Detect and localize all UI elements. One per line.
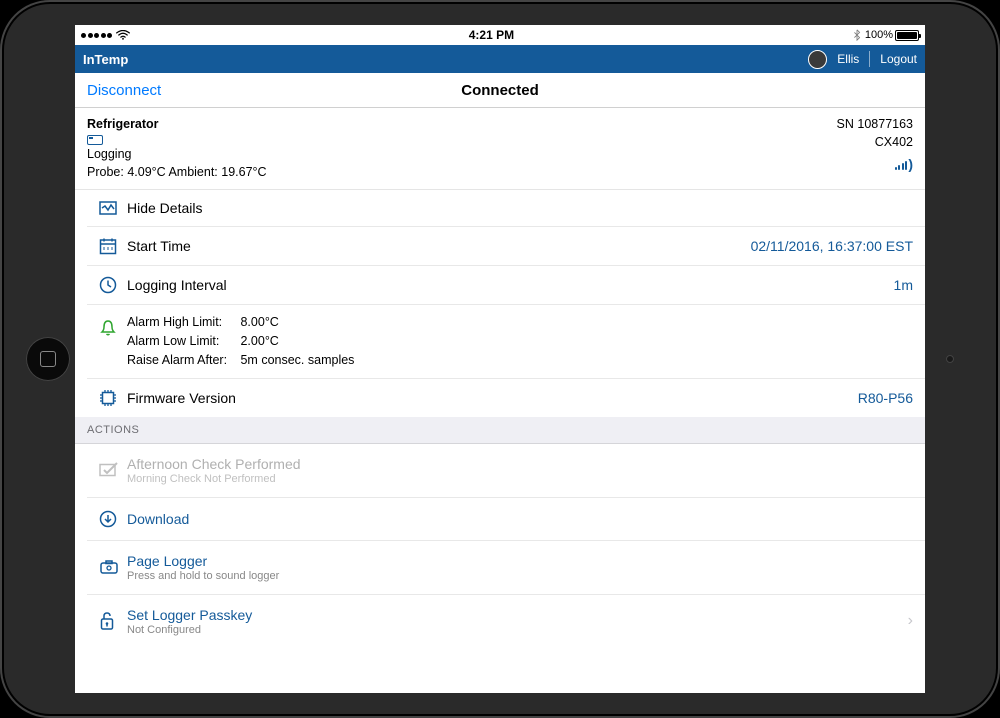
status-left: [81, 30, 130, 40]
battery-indicator: 100%: [865, 29, 919, 41]
hide-details-button[interactable]: Hide Details: [87, 190, 925, 227]
device-name: Refrigerator: [87, 115, 267, 133]
bluetooth-icon: [853, 29, 861, 41]
avatar[interactable]: [808, 50, 827, 69]
divider: [869, 51, 870, 67]
device-status: Logging: [87, 145, 267, 163]
check-action: Afternoon Check Performed Morning Check …: [87, 444, 925, 498]
interval-value: 1m: [894, 277, 913, 293]
details-icon: [99, 201, 117, 215]
logging-interval-row: Logging Interval 1m: [87, 266, 925, 305]
check-icon: [99, 462, 119, 478]
battery-percent: 100%: [865, 29, 893, 41]
pager-icon: [99, 559, 119, 575]
app-bar: InTemp Ellis Logout: [75, 45, 925, 73]
camera: [946, 355, 954, 363]
device-header: Refrigerator Logging Probe: 4.09°C Ambie…: [75, 108, 925, 190]
download-icon: [99, 510, 117, 528]
device-readings: Probe: 4.09°C Ambient: 19.67°C: [87, 163, 267, 181]
status-time: 4:21 PM: [469, 28, 514, 42]
screen: 4:21 PM 100% InTemp Ellis Logout Disconn…: [75, 25, 925, 693]
logout-button[interactable]: Logout: [880, 52, 917, 66]
home-button[interactable]: [26, 337, 70, 381]
wifi-icon: [116, 30, 130, 40]
battery-icon: [895, 30, 919, 41]
ipad-frame: 4:21 PM 100% InTemp Ellis Logout Disconn…: [0, 0, 1000, 718]
clock-icon: [99, 276, 117, 294]
page-title: Connected: [461, 82, 539, 99]
chevron-right-icon: ›: [908, 612, 913, 630]
nav-row: Disconnect Connected: [75, 73, 925, 108]
calendar-icon: [99, 237, 117, 255]
content-area[interactable]: Refrigerator Logging Probe: 4.09°C Ambie…: [75, 108, 925, 693]
download-action[interactable]: Download: [87, 498, 925, 541]
model-number: CX402: [837, 133, 913, 151]
alarm-row: Alarm High Limit: 8.00°C Alarm Low Limit…: [87, 305, 925, 378]
disconnect-button[interactable]: Disconnect: [87, 82, 161, 99]
signal-icon: ): [837, 154, 913, 174]
status-bar: 4:21 PM 100%: [75, 25, 925, 45]
firmware-value: R80-P56: [858, 390, 913, 406]
bell-icon: [99, 319, 117, 337]
user-name[interactable]: Ellis: [837, 52, 859, 66]
start-time-row: Start Time 02/11/2016, 16:37:00 EST: [87, 227, 925, 266]
device-icon: [87, 135, 103, 145]
app-title: InTemp: [83, 52, 128, 67]
passkey-action[interactable]: Set Logger Passkey Not Configured ›: [87, 595, 925, 648]
serial-number: SN 10877163: [837, 115, 913, 133]
page-logger-action[interactable]: Page Logger Press and hold to sound logg…: [87, 541, 925, 595]
lock-icon: [99, 611, 115, 631]
signal-dots-icon: [81, 33, 112, 38]
actions-header: ACTIONS: [75, 417, 925, 444]
firmware-row: Firmware Version R80-P56: [87, 379, 925, 417]
start-time-value: 02/11/2016, 16:37:00 EST: [751, 238, 913, 254]
chip-icon: [99, 389, 117, 407]
alarm-details: Alarm High Limit: 8.00°C Alarm Low Limit…: [127, 313, 354, 369]
status-right: 100%: [853, 29, 919, 41]
